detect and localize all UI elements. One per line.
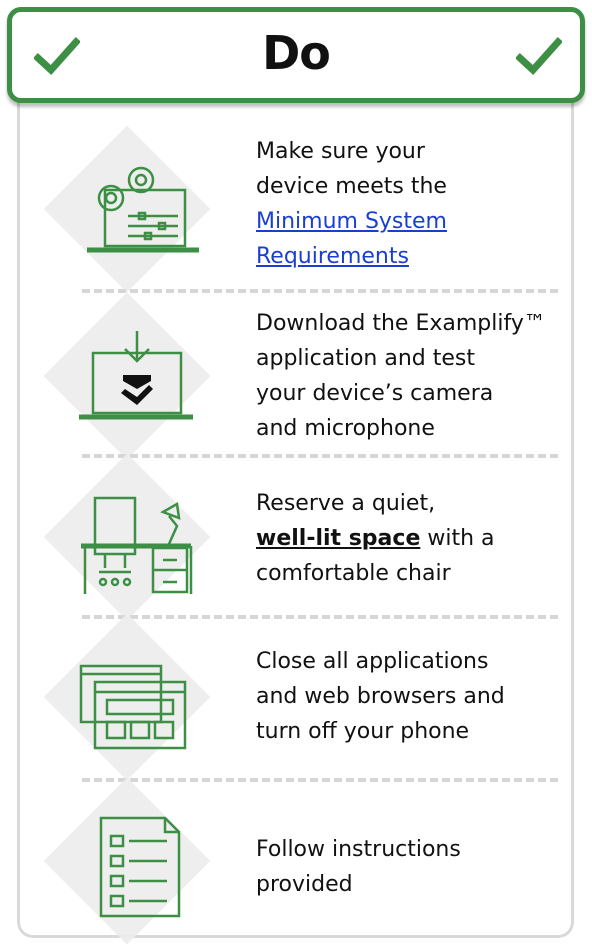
item-line: and web browsers and bbox=[256, 684, 505, 709]
divider bbox=[82, 454, 558, 458]
icon-tile bbox=[43, 777, 218, 945]
emphasis-text: well-lit space bbox=[256, 526, 421, 551]
item-text: Download the Examplify™ application and … bbox=[256, 306, 576, 446]
list-item: Download the Examplify™ application and … bbox=[40, 292, 570, 460]
item-line: application and test bbox=[256, 346, 475, 371]
icon-tile bbox=[43, 453, 218, 621]
divider bbox=[82, 778, 558, 782]
minimum-system-requirements-link[interactable]: Requirements bbox=[256, 244, 409, 269]
browser-windows-icon bbox=[79, 664, 187, 750]
item-line: provided bbox=[256, 872, 353, 897]
list-item: Reserve a quiet, well-lit space with a c… bbox=[40, 453, 570, 621]
item-text: Reserve a quiet, well-lit space with a c… bbox=[256, 486, 576, 591]
list-item: Follow instructions provided bbox=[40, 777, 570, 945]
instructions-document-icon bbox=[99, 816, 181, 918]
settings-laptop-icon bbox=[87, 166, 199, 253]
do-header: Do bbox=[7, 7, 585, 103]
icon-tile bbox=[43, 613, 218, 781]
item-line: Reserve a quiet, bbox=[256, 491, 436, 516]
checkmark-icon bbox=[516, 37, 562, 75]
item-text: Make sure your device meets the Minimum … bbox=[256, 134, 576, 274]
item-line: and microphone bbox=[256, 416, 435, 441]
item-line: comfortable chair bbox=[256, 561, 451, 586]
list-item: Close all applications and web browsers … bbox=[40, 613, 570, 781]
divider bbox=[82, 615, 558, 619]
minimum-system-requirements-link[interactable]: Minimum System bbox=[256, 209, 447, 234]
item-line: Make sure your bbox=[256, 139, 425, 164]
item-line: Download the Examplify™ bbox=[256, 311, 546, 336]
item-line: device meets the bbox=[256, 174, 447, 199]
item-line: your device’s camera bbox=[256, 381, 494, 406]
item-line: Close all applications bbox=[256, 649, 489, 674]
header-title: Do bbox=[262, 26, 331, 80]
divider bbox=[82, 289, 558, 293]
item-line: Follow instructions bbox=[256, 837, 461, 862]
item-line: with a bbox=[420, 526, 495, 551]
list-item: Make sure your device meets the Minimum … bbox=[40, 125, 570, 293]
item-text: Follow instructions provided bbox=[256, 832, 576, 902]
download-laptop-icon bbox=[79, 331, 193, 420]
item-text: Close all applications and web browsers … bbox=[256, 644, 576, 749]
icon-tile bbox=[43, 125, 218, 293]
item-line: turn off your phone bbox=[256, 719, 470, 744]
desk-chair-icon bbox=[81, 496, 193, 594]
icon-tile bbox=[43, 292, 218, 460]
